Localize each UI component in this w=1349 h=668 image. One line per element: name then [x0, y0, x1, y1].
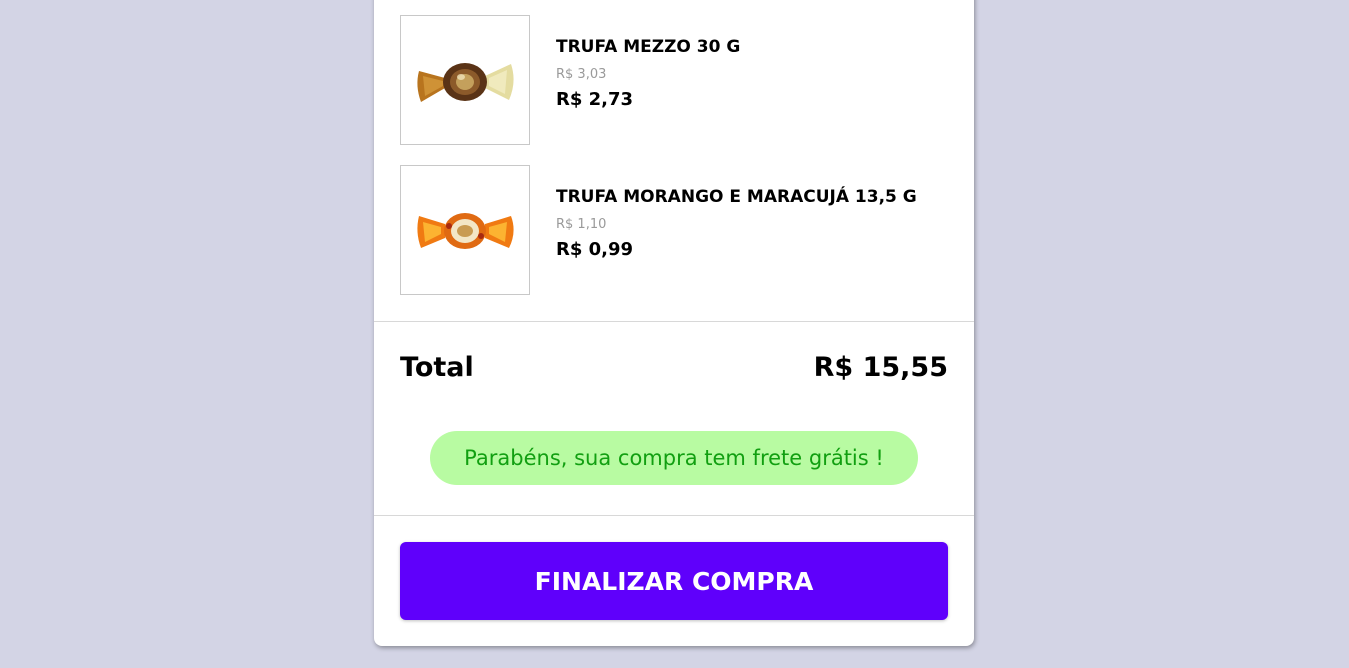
free-shipping-badge: Parabéns, sua compra tem frete grátis !	[430, 431, 918, 485]
product-name[interactable]: TRUFA MEZZO 30 G	[556, 37, 740, 57]
checkout-button[interactable]: FINALIZAR COMPRA	[400, 542, 948, 620]
product-image[interactable]	[400, 165, 530, 295]
divider	[374, 515, 974, 516]
product-old-price: R$ 1,10	[556, 217, 607, 232]
product-name[interactable]: TRUFA MORANGO E MARACUJÁ 13,5 G	[556, 187, 917, 207]
product-price: R$ 0,99	[556, 239, 634, 260]
cart-panel: TRUFA MEZZO 30 G R$ 3,03 R$ 2,73 TRUFA M…	[374, 0, 974, 646]
total-label: Total	[400, 352, 474, 383]
product-old-price: R$ 3,03	[556, 67, 607, 82]
total-value: R$ 15,55	[813, 352, 948, 383]
truffle-candy-brown-icon	[417, 63, 514, 102]
cart-item: TRUFA MEZZO 30 G R$ 3,03 R$ 2,73	[400, 15, 948, 145]
product-price: R$ 2,73	[556, 89, 634, 110]
truffle-candy-orange-icon	[417, 213, 514, 249]
divider	[374, 321, 974, 322]
product-image[interactable]	[400, 15, 530, 145]
cart-item: TRUFA MORANGO E MARACUJÁ 13,5 G R$ 1,10 …	[400, 165, 948, 295]
